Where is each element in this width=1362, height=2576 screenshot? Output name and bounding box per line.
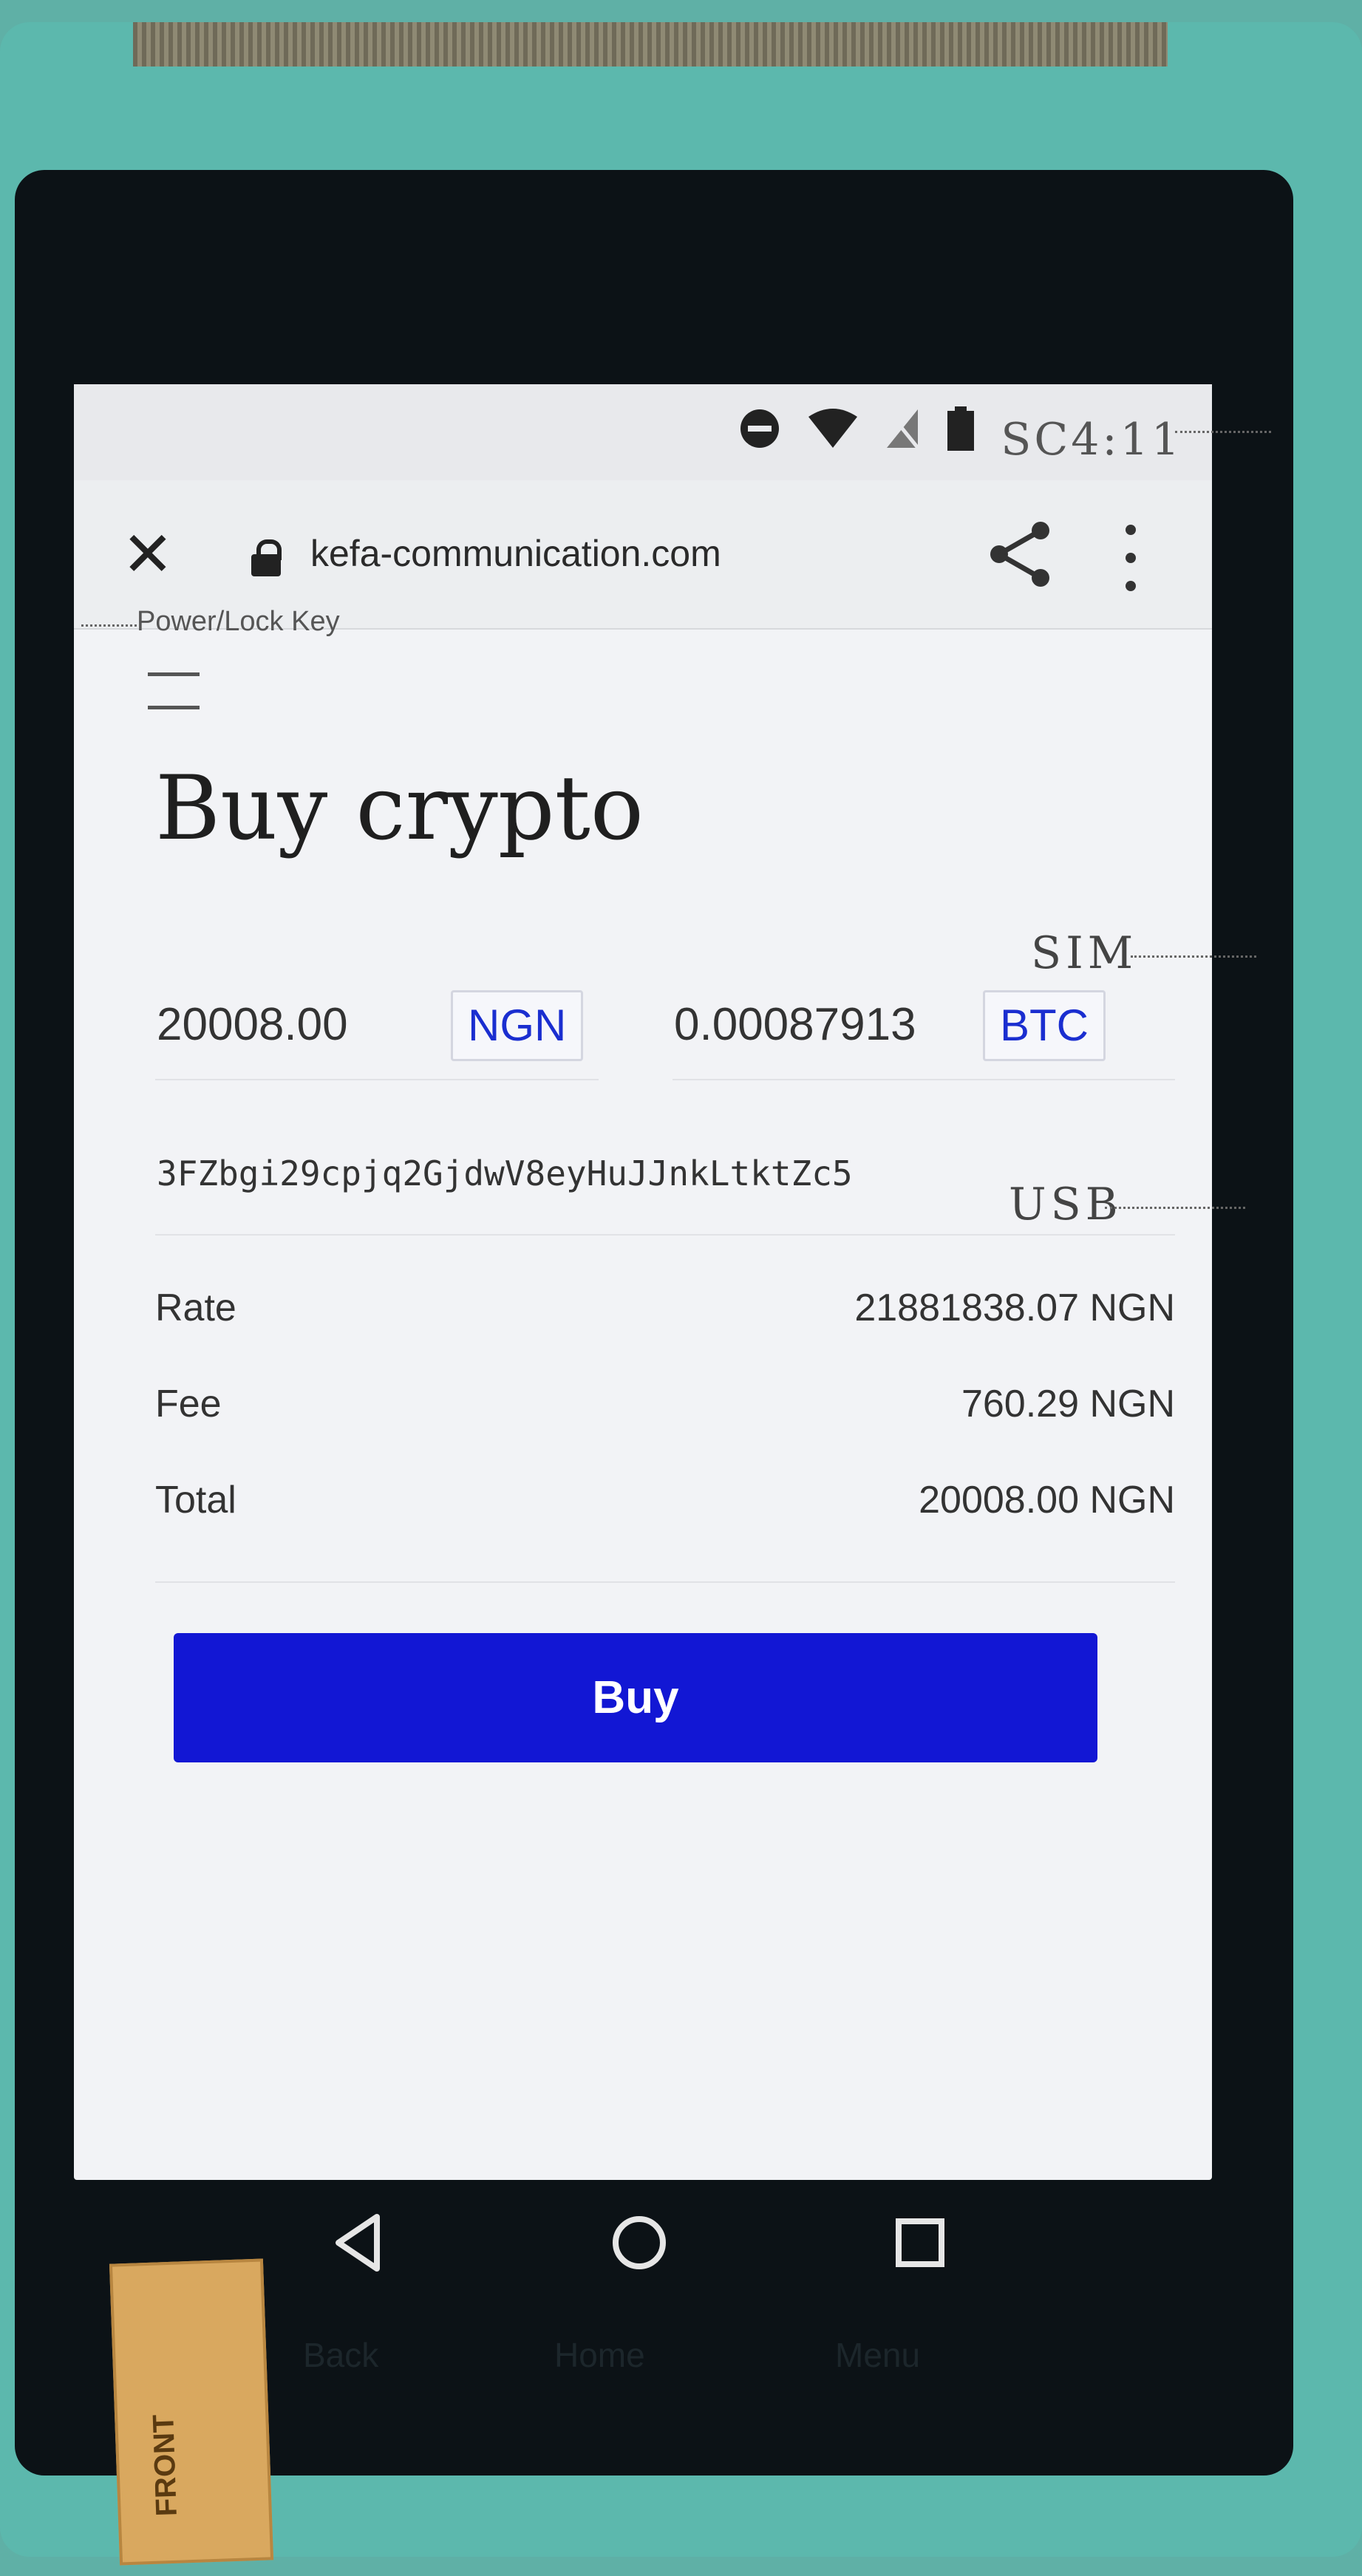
do-not-disturb-icon xyxy=(738,406,782,457)
summary-label: Total xyxy=(155,1479,236,1522)
callout-sim: SIM xyxy=(1031,927,1138,979)
summary-value: 760.29 NGN xyxy=(961,1383,1175,1425)
crypto-amount-field: BTC xyxy=(673,975,1175,1080)
no-sim-icon xyxy=(884,406,921,457)
summary-label: Rate xyxy=(155,1287,236,1329)
close-icon[interactable]: ✕ xyxy=(118,523,177,585)
phone-screen: SC4:11 ✕ kefa-communication.com Buy cryp… xyxy=(74,384,1212,2180)
callout-line xyxy=(1105,1207,1245,1211)
order-summary: Rate 21881838.07 NGN Fee 760.29 NGN Tota… xyxy=(155,1264,1175,1552)
summary-row-fee: Fee 760.29 NGN xyxy=(155,1360,1175,1456)
wifi-icon xyxy=(807,406,859,457)
sticker-text: FRONT xyxy=(147,2413,183,2518)
hw-back-label: Back xyxy=(303,2336,379,2374)
callout-line xyxy=(1175,431,1271,435)
more-vert-icon[interactable] xyxy=(1116,525,1145,591)
page-title: Buy crypto xyxy=(155,757,644,860)
callout-usb: USB xyxy=(1009,1179,1123,1230)
lock-icon[interactable] xyxy=(251,539,282,576)
fiat-amount-field: NGN xyxy=(155,975,599,1080)
front-sticker: FRONT xyxy=(109,2258,274,2566)
hamburger-menu-icon[interactable] xyxy=(148,672,200,709)
nav-home-icon[interactable] xyxy=(606,2209,673,2276)
status-time: SC4:11 xyxy=(1001,414,1182,466)
hw-menu-label: Menu xyxy=(835,2336,921,2374)
summary-value: 20008.00 NGN xyxy=(919,1479,1175,1522)
summary-row-total: Total 20008.00 NGN xyxy=(155,1456,1175,1552)
crypto-currency-select[interactable]: BTC xyxy=(983,990,1106,1061)
summary-row-rate: Rate 21881838.07 NGN xyxy=(155,1264,1175,1360)
amount-row: NGN BTC xyxy=(155,975,1175,1094)
nav-back-icon[interactable] xyxy=(325,2209,392,2276)
summary-divider xyxy=(155,1581,1175,1583)
callout-power-lock: Power/Lock Key xyxy=(137,606,340,637)
url-text[interactable]: kefa-communication.com xyxy=(310,532,721,575)
device-top-strip xyxy=(133,22,1168,67)
callout-line xyxy=(81,624,137,629)
crypto-amount-input[interactable] xyxy=(673,998,949,1052)
battery-icon xyxy=(946,406,975,457)
buy-button[interactable]: Buy xyxy=(174,1633,1097,1762)
callout-line xyxy=(1131,955,1256,960)
share-icon[interactable] xyxy=(983,517,1057,591)
summary-value: 21881838.07 NGN xyxy=(854,1287,1175,1329)
status-bar: SC4:11 xyxy=(74,384,1212,480)
summary-label: Fee xyxy=(155,1383,222,1425)
fiat-amount-input[interactable] xyxy=(155,998,439,1052)
hw-home-label: Home xyxy=(554,2336,645,2374)
fiat-currency-select[interactable]: NGN xyxy=(451,990,584,1061)
nav-recents-icon[interactable] xyxy=(887,2209,953,2276)
status-icons xyxy=(738,406,975,457)
